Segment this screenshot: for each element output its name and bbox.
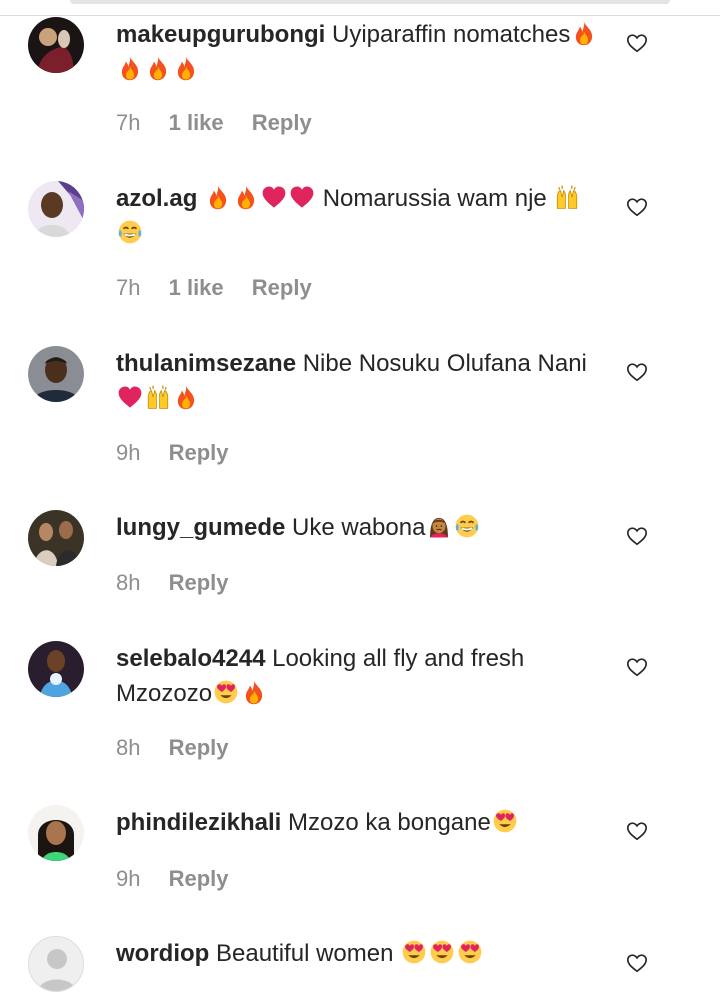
comment-meta: 7h 1 like Reply [116, 275, 334, 301]
fire-emoji [173, 55, 199, 81]
avatar[interactable] [28, 510, 84, 566]
tears-of-joy-emoji [454, 513, 480, 539]
comment-body: selebalo4244 Looking all fly and fresh M… [116, 641, 606, 711]
red-heart-emoji [117, 384, 143, 410]
fire-emoji [117, 55, 143, 81]
likes-count[interactable]: 1 like [169, 110, 224, 135]
comment-text: Beautiful women [216, 940, 394, 967]
comment-meta: 9h Reply [116, 440, 251, 466]
like-heart-icon[interactable] [626, 525, 648, 547]
comment-body: azol.ag Nomarussia wam nje [116, 181, 606, 251]
fire-emoji [571, 20, 597, 46]
like-heart-icon[interactable] [626, 656, 648, 678]
comment-username[interactable]: azol.ag [116, 185, 197, 212]
top-bar [0, 0, 720, 18]
comment-time: 8h [116, 735, 141, 760]
heart-eyes-emoji [213, 679, 239, 705]
comment-username[interactable]: phindilezikhali [116, 809, 281, 836]
reply-button[interactable]: Reply [169, 866, 229, 891]
comment-username[interactable]: makeupgurubongi [116, 21, 325, 48]
avatar[interactable] [28, 805, 84, 861]
tears-of-joy-emoji [117, 219, 143, 245]
red-heart-emoji [261, 184, 287, 210]
comment-body: phindilezikhali Mzozo ka bongane [116, 805, 606, 840]
comment-text: Uke wabona [292, 514, 426, 541]
raising-hands-emoji [145, 384, 171, 410]
comment-username[interactable]: thulanimsezane [116, 350, 296, 377]
like-heart-icon[interactable] [626, 820, 648, 842]
comment-time: 9h [116, 440, 141, 465]
comment-meta: 8h Reply [116, 570, 251, 596]
comment-meta: 7h 1 like Reply [116, 110, 334, 136]
comment-time: 9h [116, 866, 141, 891]
avatar[interactable] [28, 346, 84, 402]
comment-meta: 9h Reply [116, 866, 251, 892]
likes-count[interactable]: 1 like [169, 275, 224, 300]
like-heart-icon[interactable] [626, 361, 648, 383]
fire-emoji [173, 384, 199, 410]
raising-hands-emoji [554, 184, 580, 210]
reply-button[interactable]: Reply [169, 440, 229, 465]
reply-button[interactable]: Reply [252, 275, 312, 300]
heart-eyes-emoji [457, 939, 483, 965]
reply-button[interactable]: Reply [169, 735, 229, 760]
comment-text: Nomarussia wam nje [322, 185, 547, 212]
comment-time: 7h [116, 275, 141, 300]
comment-text: Uyiparaffin nomatches [332, 21, 571, 48]
search-bar-edge[interactable] [70, 0, 670, 4]
avatar[interactable] [28, 181, 84, 237]
comment-meta: 8h Reply [116, 735, 251, 761]
avatar[interactable] [28, 936, 84, 992]
comment-body: wordiop Beautiful women [116, 936, 606, 971]
reply-button[interactable]: Reply [169, 570, 229, 595]
fire-emoji [145, 55, 171, 81]
comment-text: Nibe Nosuku Olufana Nani [302, 350, 587, 377]
like-heart-icon[interactable] [626, 196, 648, 218]
comment-body: lungy_gumede Uke wabona [116, 510, 606, 545]
comment-username[interactable]: wordiop [116, 940, 209, 967]
woman-frowning-emoji [426, 513, 452, 539]
comment-body: thulanimsezane Nibe Nosuku Olufana Nani [116, 346, 606, 416]
like-heart-icon[interactable] [626, 32, 648, 54]
divider [0, 15, 720, 16]
red-heart-emoji [289, 184, 315, 210]
heart-eyes-emoji [429, 939, 455, 965]
comment-username[interactable]: lungy_gumede [116, 514, 285, 541]
fire-emoji [233, 184, 259, 210]
comment-time: 8h [116, 570, 141, 595]
avatar[interactable] [28, 17, 84, 73]
comment-text: Mzozo ka bongane [288, 809, 491, 836]
like-heart-icon[interactable] [626, 952, 648, 974]
comment-time: 7h [116, 110, 141, 135]
fire-emoji [205, 184, 231, 210]
heart-eyes-emoji [401, 939, 427, 965]
heart-eyes-emoji [492, 808, 518, 834]
avatar[interactable] [28, 641, 84, 697]
comment-username[interactable]: selebalo4244 [116, 645, 265, 672]
fire-emoji [241, 679, 267, 705]
comment-body: makeupgurubongi Uyiparaffin nomatches [116, 17, 606, 87]
reply-button[interactable]: Reply [252, 110, 312, 135]
